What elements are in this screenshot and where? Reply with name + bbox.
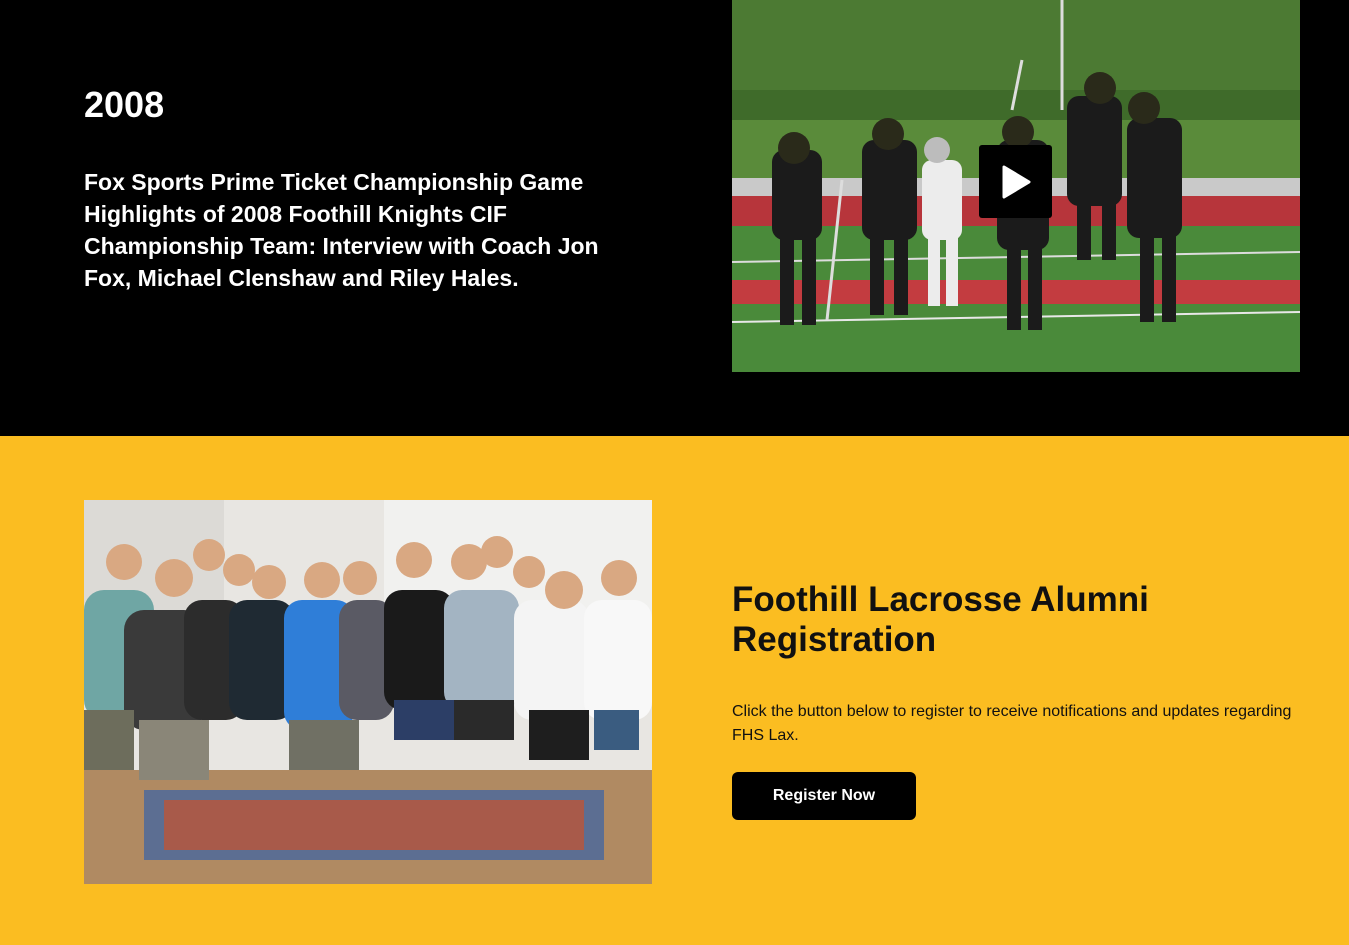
section-year-heading: 2008 [84,84,165,125]
registration-description: Click the button below to register to re… [732,703,1292,744]
video-section: 2008 Fox Sports Prime Ticket Championshi… [0,0,1349,436]
registration-title: Foothill Lacrosse Alumni Registration [732,580,1149,659]
alumni-group-image [84,500,652,884]
video-thumbnail[interactable] [732,0,1300,372]
play-icon [1002,165,1030,198]
alumni-group-photo [84,500,652,884]
register-now-button[interactable]: Register Now [732,772,916,820]
video-description: Fox Sports Prime Ticket Championship Gam… [84,169,599,291]
play-button[interactable] [979,145,1052,218]
registration-section: Foothill Lacrosse Alumni Registration Cl… [0,436,1349,945]
